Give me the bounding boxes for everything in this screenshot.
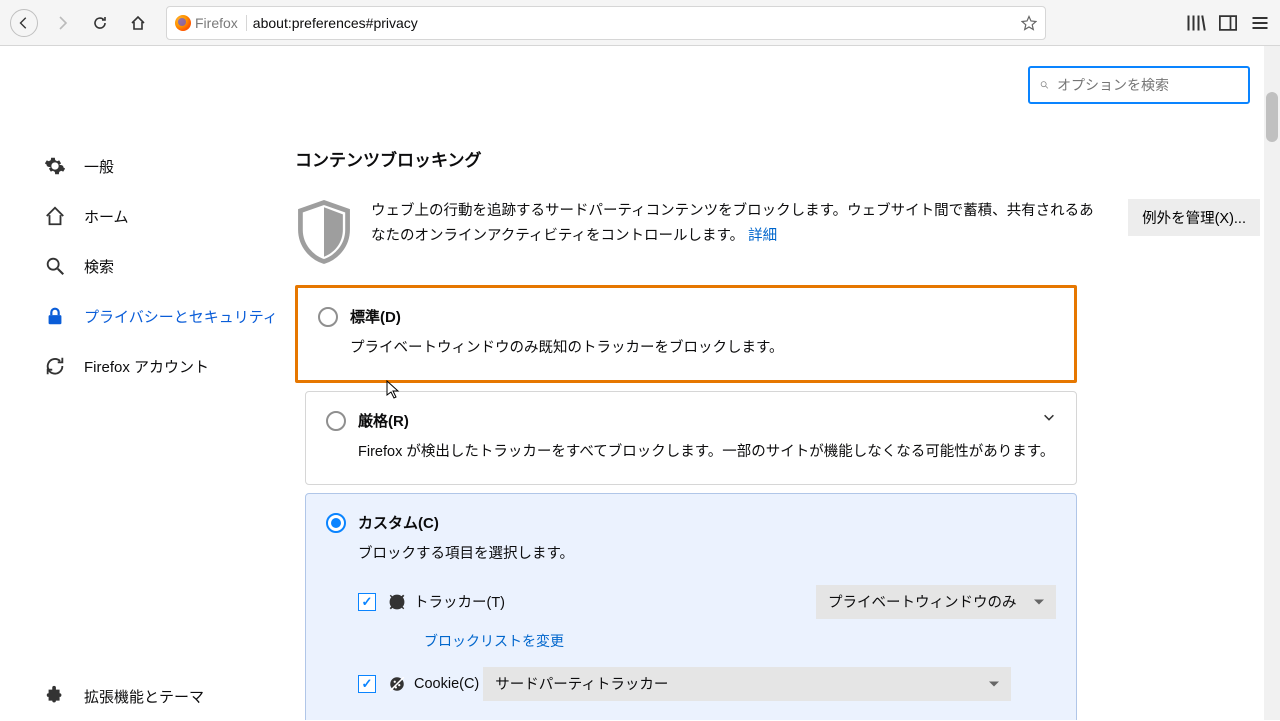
change-blocklist-link[interactable]: ブロックリストを変更 (424, 631, 1056, 651)
sidebar-item-label: 一般 (84, 156, 114, 177)
puzzle-icon (44, 685, 66, 707)
option-title: 厳格(R) (358, 410, 409, 431)
checkbox-cookie[interactable] (358, 675, 376, 693)
section-title: コンテンツブロッキング (295, 146, 1260, 171)
sidebar-item-sync[interactable]: Firefox アカウント (44, 341, 295, 391)
url-brand: Firefox (195, 15, 238, 31)
hamburger-icon (1250, 13, 1270, 33)
sidebar-item-label: ホーム (84, 206, 129, 227)
browser-toolbar: Firefox about:preferences#privacy (0, 0, 1280, 46)
forward-arrow-icon (54, 15, 70, 31)
learn-more-link[interactable]: 詳細 (748, 228, 777, 244)
reload-icon (92, 15, 108, 31)
option-standard[interactable]: 標準(D) プライベートウィンドウのみ既知のトラッカーをブロックします。 (295, 285, 1077, 383)
reload-button[interactable] (86, 9, 114, 37)
preferences-main: コンテンツブロッキング ウェブ上の行動を追跡するサードパーティコンテンツをブロッ… (295, 46, 1280, 720)
sidebar-item-privacy[interactable]: プライバシーとセキュリティ (44, 291, 295, 341)
sidebar-item-extensions[interactable]: 拡張機能とテーマ (44, 671, 295, 721)
app-menu-button[interactable] (1250, 13, 1270, 33)
scroll-thumb[interactable] (1266, 92, 1278, 142)
option-custom[interactable]: カスタム(C) ブロックする項目を選択します。 トラッカー(T) プライベートウ… (305, 493, 1077, 720)
forward-button[interactable] (48, 9, 76, 37)
bookmark-star-icon[interactable] (1021, 15, 1037, 31)
tracker-icon (388, 593, 406, 611)
home-icon (130, 15, 146, 31)
home-icon (44, 205, 66, 227)
library-icon (1186, 13, 1206, 33)
sidebar-item-label: Firefox アカウント (84, 356, 209, 377)
url-bar[interactable]: Firefox about:preferences#privacy (166, 6, 1046, 40)
sidebar-item-label: 拡張機能とテーマ (84, 686, 204, 707)
tracker-select[interactable]: プライベートウィンドウのみ (816, 585, 1056, 619)
radio-strict[interactable] (326, 411, 346, 431)
option-desc: ブロックする項目を選択します。 (358, 543, 1056, 566)
radio-custom[interactable] (326, 513, 346, 533)
option-desc: Firefox が検出したトラッカーをすべてブロックします。一部のサイトが機能し… (358, 441, 1056, 464)
sync-icon (44, 355, 66, 377)
sidebar-item-general[interactable]: 一般 (44, 141, 295, 191)
option-desc: プライベートウィンドウのみ既知のトラッカーをブロックします。 (350, 337, 1054, 360)
library-button[interactable] (1186, 13, 1206, 33)
scrollbar[interactable] (1264, 46, 1280, 720)
sidebar-toggle-button[interactable] (1218, 13, 1238, 33)
sidebar-item-search[interactable]: 検索 (44, 241, 295, 291)
preferences-sidebar: 一般 ホーム 検索 プライバシーとセキュリティ Firefox アカウント 拡張… (0, 46, 295, 720)
option-title: カスタム(C) (358, 512, 439, 533)
lock-icon (44, 305, 66, 327)
gear-icon (44, 155, 66, 177)
cookie-icon (388, 675, 406, 693)
preferences-search[interactable] (1028, 66, 1250, 104)
search-input[interactable] (1057, 77, 1238, 93)
firefox-icon (175, 15, 191, 31)
back-button[interactable] (10, 9, 38, 37)
identity-box[interactable]: Firefox (175, 15, 247, 31)
cookie-select[interactable]: サードパーティトラッカー (483, 667, 1011, 701)
chevron-down-icon[interactable] (1042, 410, 1056, 427)
back-arrow-icon (17, 16, 31, 30)
radio-standard[interactable] (318, 307, 338, 327)
option-title: 標準(D) (350, 306, 401, 327)
cookie-label: Cookie(C) (414, 676, 479, 692)
manage-exceptions-button[interactable]: 例外を管理(X)... (1128, 199, 1260, 236)
sidebar-item-home[interactable]: ホーム (44, 191, 295, 241)
tracker-label: トラッカー(T) (414, 591, 505, 612)
intro-text: ウェブ上の行動を追跡するサードパーティコンテンツをブロックします。ウェブサイト間… (371, 199, 1098, 250)
shield-icon (295, 199, 353, 265)
search-icon (44, 255, 66, 277)
search-icon (1040, 78, 1049, 92)
checkbox-tracker[interactable] (358, 593, 376, 611)
sidebar-item-label: プライバシーとセキュリティ (84, 306, 278, 327)
sidebar-item-label: 検索 (84, 256, 114, 277)
sidebar-icon (1218, 13, 1238, 33)
url-text: about:preferences#privacy (253, 15, 418, 31)
home-button[interactable] (124, 9, 152, 37)
option-strict[interactable]: 厳格(R) Firefox が検出したトラッカーをすべてブロックします。一部のサ… (305, 391, 1077, 485)
